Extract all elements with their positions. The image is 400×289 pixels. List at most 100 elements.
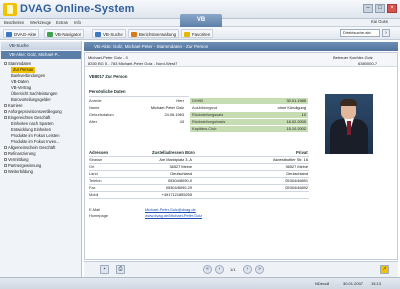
tree-toggle-icon[interactable] — [4, 62, 7, 66]
menu-bearbeiten[interactable]: Bearbeiten — [4, 20, 24, 25]
vb-suche-label: VB-Suche — [103, 32, 123, 37]
tree-label: Zur Person — [13, 67, 34, 72]
dhhb-value: 30.01.1985 — [286, 98, 306, 103]
person-line2: 8330 BG 5 - 783 Michael-Peter Golz - Nor… — [88, 61, 178, 66]
status-date: 30.01.2007 — [343, 281, 364, 286]
tree-label: Karriere — [8, 103, 23, 108]
last-page-button[interactable]: » — [255, 265, 264, 274]
module-tab-vb[interactable]: VB — [180, 14, 222, 27]
vb-suche-button[interactable]: VB-Suche — [92, 29, 126, 38]
document-navigation-bar — [84, 261, 398, 277]
dvag-akte-button[interactable]: DVAG-Akte — [3, 29, 40, 38]
homepage-label: Homepage — [89, 213, 109, 218]
tree-label: Partnergewinnung — [8, 163, 42, 168]
tree-label: VB-Daten — [11, 79, 29, 84]
kapitaens-club-value: 15.10.2002 — [286, 126, 306, 131]
tree-label: Bürovorteilungsgelder — [11, 97, 51, 102]
geburtsdatum-value: 24.06.1963 — [164, 112, 184, 117]
name-value: Michael-Peter Golz — [150, 105, 184, 110]
export-icon[interactable]: ↗ — [380, 265, 389, 274]
tree-label: Übersicht Sachleistungen — [11, 91, 58, 96]
first-page-button[interactable]: « — [203, 265, 212, 274]
print-icon[interactable]: ⎙ — [116, 265, 125, 274]
dhhb-label: DHHB — [192, 98, 204, 103]
sidebar-header[interactable]: VB-Suche — [1, 42, 81, 50]
tree-toggle-icon[interactable] — [4, 116, 7, 120]
main-header: VB-Akte: Golz, Michael-Peter - Stammdate… — [84, 42, 398, 51]
tree-item-weiterbildung[interactable]: Weiterbildung — [4, 169, 33, 175]
kapitaens-club-label: Kapitäns-Club — [192, 126, 217, 131]
navigator-icon — [47, 31, 53, 37]
rueckstellungsbasis-value: 18.02.2000 — [286, 119, 306, 124]
ausbildung-value: ohne Kündigung — [277, 105, 306, 110]
rueckstellungssatz-value: 10 — [301, 112, 306, 117]
homepage-link[interactable]: www.dvag.de/Michael-Peter.Golz — [145, 213, 202, 219]
tree-toggle-icon[interactable] — [4, 158, 7, 162]
dvag-logo-icon — [3, 3, 17, 16]
menu-info[interactable]: Info — [74, 20, 81, 25]
personal-data-title: Persönliche Daten — [89, 89, 126, 94]
favoriten-button[interactable]: Favoriten — [181, 29, 214, 38]
menu-werkzeuge[interactable]: Werkzeuge — [30, 20, 51, 25]
alter-label: Alter — [89, 119, 97, 124]
photo-hair — [340, 99, 357, 106]
tree-label: Vermittlung — [8, 157, 29, 162]
profile-photo — [325, 94, 373, 154]
tree-toggle-icon[interactable] — [4, 110, 7, 114]
tree-label: Stammdaten — [8, 61, 32, 66]
tree-label: Anforgeprovisionsvertiliegung — [8, 109, 62, 114]
tree-label: Einheiten nach Sparten — [11, 121, 54, 126]
search-icon — [95, 31, 101, 37]
app-title: DVAG Online-System — [20, 3, 135, 15]
page-indicator: 1/1 — [230, 267, 236, 272]
tree-label: Allgemeinschein Geschäft — [8, 145, 56, 150]
tree-toggle-icon[interactable] — [4, 146, 7, 150]
berichtsverwaltung-button[interactable]: Berichtsverwaltung — [128, 29, 180, 38]
vb-navigator-button[interactable]: VB-Navigator — [44, 29, 85, 38]
star-icon — [184, 31, 190, 37]
folder-icon — [6, 31, 12, 37]
tree-label: Eingereichtes Geschäft — [8, 115, 51, 120]
previous-page-button[interactable]: ‹ — [215, 265, 224, 274]
user-name: Kai Guss — [371, 19, 388, 24]
section-title: VB8017 Zur Person — [89, 74, 128, 79]
tree-label: Bankverbindungen — [11, 73, 46, 78]
report-icon — [131, 31, 137, 37]
vb-navigator-label: VB-Navigator — [55, 32, 82, 37]
ausbildung-label: Ausbildungsvd — [192, 105, 218, 110]
favoriten-label: Favoriten — [192, 32, 211, 37]
search-go-button[interactable]: › — [382, 29, 390, 37]
tree-toggle-icon[interactable] — [4, 104, 7, 108]
close-button[interactable]: × — [387, 4, 397, 13]
geburtsdatum-label: Geburtsdatum — [89, 112, 114, 117]
rueckstellungssatz-label: Rückstellungssatz — [192, 112, 224, 117]
tree-toggle-icon[interactable] — [4, 164, 7, 168]
sidebar-active-record[interactable]: VB-Akte: Golz, Michael-P... — [1, 51, 81, 59]
divider — [89, 198, 309, 199]
addresses-col-privat: Privat — [296, 150, 308, 155]
tree-toggle-icon[interactable] — [4, 170, 7, 174]
direct-search-input[interactable]: Direktsuche.akt — [340, 29, 380, 37]
betreuer-id: 6380000-7 — [358, 61, 378, 66]
dvag-akte-label: DVAG-Akte — [14, 32, 37, 37]
betreuer-label: Betreuer Koehler-Golz — [333, 55, 373, 60]
minimize-button[interactable]: – — [363, 4, 373, 13]
tree-label: Produkte im Fokus Leisten — [11, 133, 60, 138]
maximize-button[interactable]: □ — [375, 4, 385, 13]
divider — [89, 191, 309, 192]
save-icon[interactable]: ▪ — [100, 265, 109, 274]
window-controls: – □ × — [363, 4, 397, 13]
addresses-col-buero: Zustelladressen Büro — [152, 150, 195, 155]
tree-toggle-icon[interactable] — [4, 152, 7, 156]
tree-label: Produkte im Fokus Inves... — [11, 139, 60, 144]
next-page-button[interactable]: › — [243, 265, 252, 274]
tree-label: Entwicklung Einheiten — [11, 127, 52, 132]
menu-extras[interactable]: Extras — [56, 20, 68, 25]
name-label: Name — [89, 105, 100, 110]
photo-tie — [347, 121, 351, 135]
tree-label: Weiterbildung — [8, 169, 33, 174]
divider — [89, 96, 189, 97]
addresses-title: Adressen — [89, 150, 109, 155]
status-time: 15:13 — [371, 281, 382, 286]
rueckstellungsbasis-label: Rückstellungsbasis — [192, 119, 226, 124]
